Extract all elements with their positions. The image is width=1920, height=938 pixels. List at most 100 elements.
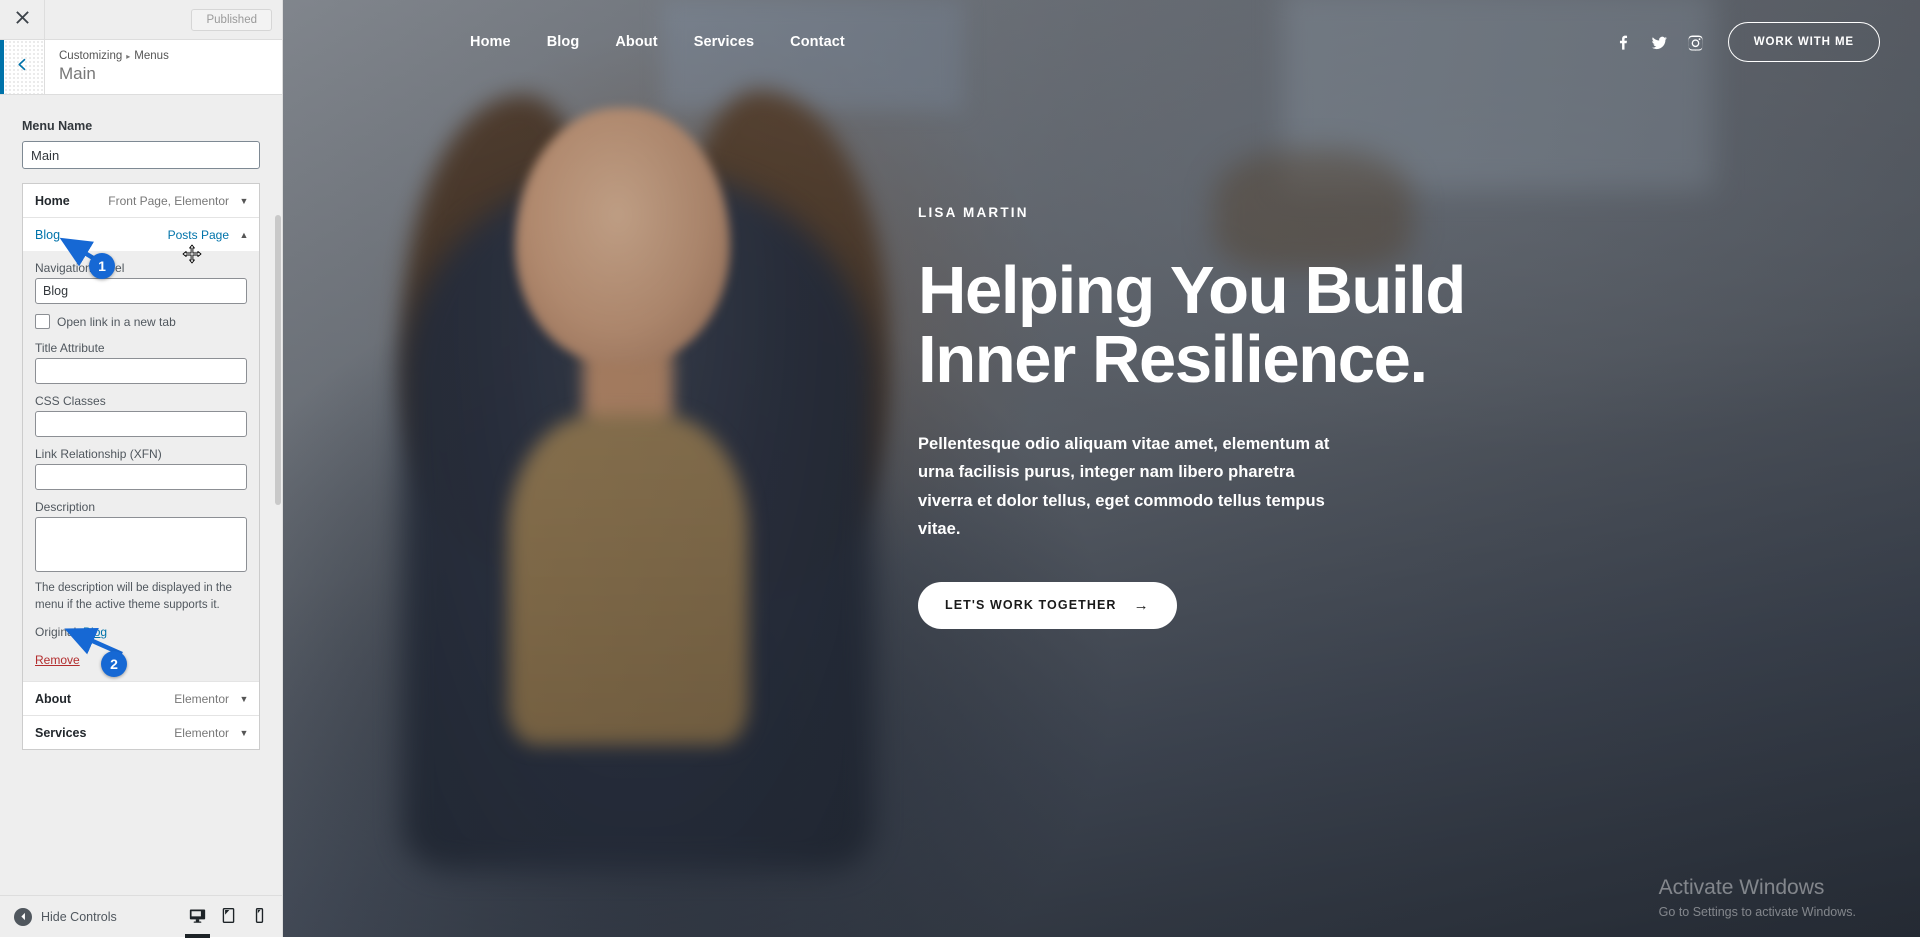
title-attribute-input[interactable]: [35, 358, 247, 384]
navigation-label-field: Navigation Label: [35, 261, 247, 304]
device-tablet-button[interactable]: [220, 907, 237, 926]
original-link[interactable]: Blog: [83, 625, 107, 639]
css-classes-field: CSS Classes: [35, 394, 247, 437]
panel-back-button[interactable]: [0, 40, 45, 94]
customizer-sidebar: Published Customizing ▸ Menus Main Menu …: [0, 0, 283, 938]
close-icon: [15, 10, 30, 30]
nav-link-contact[interactable]: Contact: [790, 34, 845, 50]
desktop-icon: [189, 909, 206, 923]
original-label: Original:: [35, 625, 80, 640]
work-with-me-button[interactable]: WORK WITH ME: [1727, 22, 1880, 62]
menu-item-services-type: Elementor: [174, 725, 229, 740]
menu-item-about-type: Elementor: [174, 691, 229, 706]
menu-item-home-bar[interactable]: Home Front Page, Elementor ▼: [23, 184, 259, 217]
menu-item-home-type: Front Page, Elementor: [108, 193, 229, 208]
hero-paragraph: Pellentesque odio aliquam vitae amet, el…: [918, 435, 1330, 539]
nav-link-home[interactable]: Home: [470, 34, 511, 50]
social-links: [1615, 34, 1704, 51]
title-attribute-field: Title Attribute: [35, 341, 247, 384]
customizer-body: Menu Name Home Front Page, Elementor ▼ B…: [0, 95, 282, 895]
breadcrumb: Customizing ▸ Menus: [59, 50, 169, 62]
site-nav-right: WORK WITH ME: [1615, 22, 1880, 62]
open-new-tab-label: Open link in a new tab: [57, 314, 176, 329]
device-mobile-button[interactable]: [251, 907, 268, 926]
navigation-label-label: Navigation Label: [35, 261, 125, 275]
customizer-topbar: Published: [0, 0, 282, 40]
open-new-tab-row[interactable]: Open link in a new tab: [35, 314, 247, 329]
menu-item-blog[interactable]: Blog Posts Page ▲ Navigation Label Open …: [23, 218, 259, 683]
customizer-scroll-content: Menu Name Home Front Page, Elementor ▼ B…: [0, 119, 282, 751]
close-customizer-button[interactable]: [0, 0, 45, 39]
chevron-left-icon: [16, 58, 29, 76]
menu-name-label: Menu Name: [22, 119, 93, 133]
description-label: Description: [35, 500, 96, 514]
hero-headline-line-2: Inner Resilience.: [918, 322, 1428, 397]
chevron-down-icon[interactable]: ▼: [237, 196, 251, 206]
site-navbar: Home Blog About Services Contact WORK WI…: [283, 0, 1920, 84]
publish-area: Published: [45, 0, 282, 39]
navigation-label-input[interactable]: [35, 278, 247, 304]
menu-item-about[interactable]: About Elementor ▼: [23, 682, 259, 717]
nav-link-about[interactable]: About: [615, 34, 657, 50]
menu-name-field-wrap: [0, 141, 282, 183]
menu-name-input[interactable]: [22, 141, 260, 169]
chevron-up-icon[interactable]: ▲: [237, 230, 251, 240]
hero-content: LISA MARTIN Helping You Build Inner Resi…: [918, 205, 1466, 629]
nav-link-blog[interactable]: Blog: [547, 34, 580, 50]
hero-headline-line-1: Helping You Build: [918, 253, 1466, 328]
arrow-right-icon: →: [1133, 596, 1150, 614]
facebook-icon[interactable]: [1615, 34, 1632, 51]
menu-item-about-title: About: [35, 691, 72, 706]
annotation-badge-1: 1: [89, 253, 115, 279]
menu-item-services-bar[interactable]: Services Elementor ▼: [23, 716, 259, 749]
menu-item-blog-type: Posts Page: [167, 227, 229, 242]
site-preview: Home Blog About Services Contact WORK WI…: [283, 0, 1920, 937]
mobile-icon: [255, 908, 264, 923]
panel-title: Main: [59, 64, 96, 84]
remove-menu-item-link[interactable]: Remove: [35, 653, 80, 667]
menu-item-blog-title[interactable]: Blog: [35, 228, 168, 242]
hide-controls-label: Hide Controls: [41, 909, 117, 924]
xfn-label: Link Relationship (XFN): [35, 447, 162, 461]
hide-controls-button[interactable]: Hide Controls: [14, 907, 117, 926]
hero-headline: Helping You Build Inner Resilience.: [918, 253, 1466, 397]
description-help-text: The description will be displayed in the…: [35, 582, 232, 611]
customizer-footer: Hide Controls: [0, 895, 282, 938]
device-desktop-button[interactable]: [185, 907, 210, 938]
open-new-tab-checkbox[interactable]: [35, 314, 50, 329]
breadcrumb-root: Customizing: [59, 50, 123, 63]
nav-link-services[interactable]: Services: [694, 34, 754, 50]
chevron-down-icon[interactable]: ▼: [237, 728, 251, 738]
css-classes-label: CSS Classes: [35, 394, 106, 408]
instagram-icon[interactable]: [1687, 34, 1704, 51]
xfn-input[interactable]: [35, 464, 247, 490]
hero-eyebrow: LISA MARTIN: [918, 205, 1029, 220]
panel-header-text: Customizing ▸ Menus Main: [45, 42, 183, 92]
title-attribute-label: Title Attribute: [35, 341, 105, 355]
breadcrumb-separator-icon: ▸: [126, 51, 131, 61]
menu-item-services-title: Services: [35, 725, 87, 740]
menu-items-list: Home Front Page, Elementor ▼ Blog Posts …: [22, 183, 260, 751]
cta-label: LET'S WORK TOGETHER: [945, 598, 1117, 612]
menu-item-services[interactable]: Services Elementor ▼: [23, 716, 259, 750]
twitter-icon[interactable]: [1651, 34, 1668, 51]
menu-item-blog-settings: Navigation Label Open link in a new tab …: [23, 251, 259, 682]
css-classes-input[interactable]: [35, 411, 247, 437]
collapse-icon: [14, 907, 32, 926]
sidebar-scrollbar[interactable]: [275, 215, 281, 505]
chevron-down-icon[interactable]: ▼: [237, 694, 251, 704]
menu-item-about-bar[interactable]: About Elementor ▼: [23, 682, 259, 715]
menu-item-blog-bar[interactable]: Blog Posts Page ▲: [23, 218, 259, 251]
xfn-field: Link Relationship (XFN): [35, 447, 247, 490]
breadcrumb-section: Menus: [134, 50, 169, 63]
menu-item-home[interactable]: Home Front Page, Elementor ▼: [23, 184, 259, 218]
lets-work-together-button[interactable]: LET'S WORK TOGETHER →: [918, 581, 1177, 629]
description-textarea[interactable]: [35, 517, 247, 572]
publish-button[interactable]: Published: [191, 8, 272, 31]
tablet-icon: [222, 908, 235, 923]
annotation-badge-2: 2: [101, 651, 127, 677]
original-row: Original: Blog: [35, 625, 247, 639]
move-cursor-icon: [182, 244, 202, 264]
site-nav-links: Home Blog About Services Contact: [470, 34, 845, 50]
panel-header: Customizing ▸ Menus Main: [0, 40, 282, 95]
